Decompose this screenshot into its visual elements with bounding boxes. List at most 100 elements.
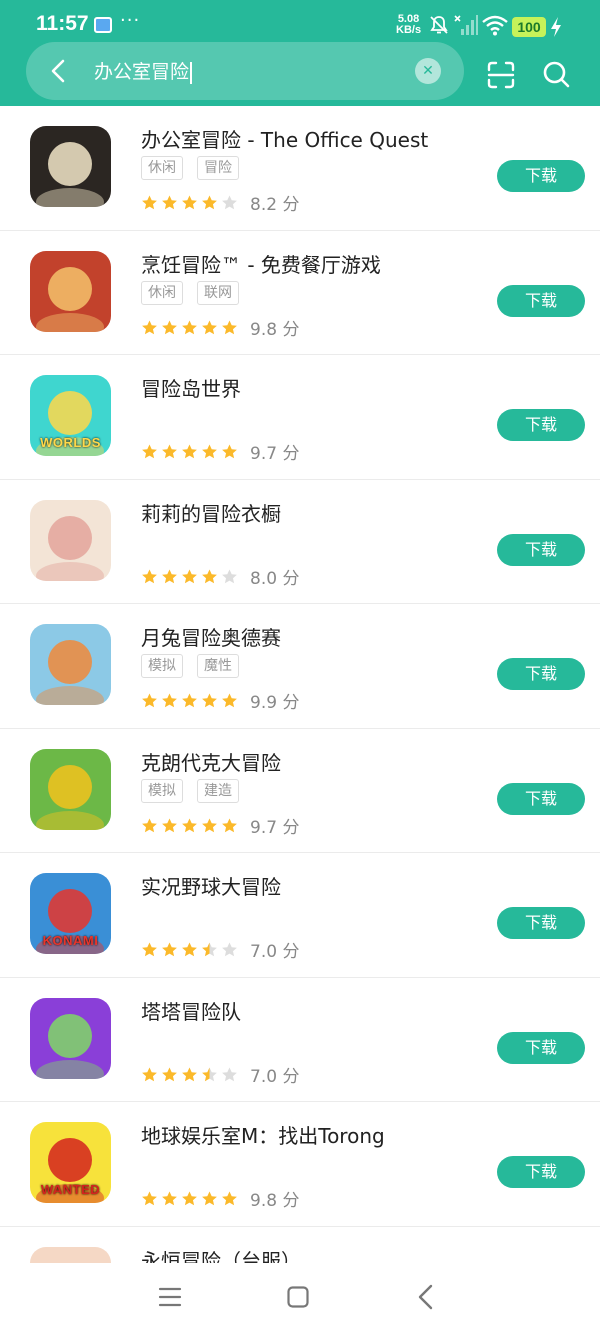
star-filled-icon bbox=[142, 817, 157, 832]
star-filled-icon bbox=[142, 942, 157, 957]
download-button[interactable]: 下载 bbox=[497, 907, 585, 939]
star-filled-icon bbox=[162, 444, 177, 459]
list-item[interactable]: 永恒冒险（台服） bbox=[0, 1227, 600, 1264]
download-button[interactable]: 下载 bbox=[497, 533, 585, 566]
list-item[interactable]: 办公室冒险 - The Office Quest 休闲 冒险 8.2 分 下载 bbox=[0, 106, 600, 231]
download-button[interactable]: 下载 bbox=[497, 284, 585, 317]
list-item[interactable]: WANTED 地球娱乐室M：找出Torong 9.8 分 下载 bbox=[0, 1102, 600, 1227]
category-tag: 魔性 bbox=[197, 654, 239, 678]
search-bar[interactable]: 办公室冒险 ✕ bbox=[26, 42, 464, 100]
download-button[interactable]: 下载 bbox=[497, 1156, 585, 1188]
star-rating bbox=[141, 568, 238, 585]
star-filled-icon bbox=[142, 444, 157, 459]
download-button[interactable]: 下载 bbox=[497, 1031, 585, 1064]
star-filled-icon bbox=[222, 693, 237, 708]
star-filled-icon bbox=[222, 1191, 237, 1206]
category-tag: 休闲 bbox=[141, 156, 183, 180]
clear-icon[interactable]: ✕ bbox=[415, 58, 441, 84]
list-item[interactable]: WORLDS 冒险岛世界 9.7 分 下载 bbox=[0, 355, 600, 480]
recent-apps-icon[interactable] bbox=[158, 1285, 182, 1309]
star-filled-icon bbox=[162, 693, 177, 708]
list-item[interactable]: 克朗代克大冒险 模拟 建造 9.7 分 下载 bbox=[0, 729, 600, 853]
star-filled-icon bbox=[182, 444, 197, 459]
star-filled-icon bbox=[142, 1191, 157, 1206]
download-button[interactable]: 下载 bbox=[497, 160, 585, 192]
star-half-icon bbox=[202, 942, 217, 957]
download-button[interactable]: 下载 bbox=[497, 782, 585, 815]
rating-score: 7.0 分 bbox=[250, 1066, 300, 1087]
rating: 7.0 分 bbox=[141, 1062, 299, 1087]
star-filled-icon bbox=[182, 817, 197, 832]
star-filled-icon bbox=[222, 444, 237, 459]
star-filled-icon bbox=[202, 817, 217, 832]
category-tag: 联网 bbox=[197, 280, 239, 305]
list-item[interactable]: 月兔冒险奥德赛 模拟 魔性 9.9 分 下载 bbox=[0, 604, 600, 729]
list-item[interactable]: 莉莉的冒险衣橱 8.0 分 下载 bbox=[0, 480, 600, 604]
star-filled-icon bbox=[162, 817, 177, 832]
star-filled-icon bbox=[142, 195, 157, 210]
star-rating bbox=[141, 1066, 238, 1083]
star-filled-icon bbox=[182, 1191, 197, 1206]
app-icon[interactable] bbox=[30, 1246, 111, 1263]
star-rating bbox=[141, 941, 238, 958]
app-name[interactable]: 实况野球大冒险 bbox=[141, 871, 281, 900]
app-icon-label: KONAMI bbox=[42, 933, 99, 948]
app-icon[interactable]: WANTED bbox=[30, 1122, 111, 1203]
app-icon[interactable] bbox=[30, 997, 111, 1079]
app-name[interactable]: 塔塔冒险队 bbox=[141, 996, 241, 1025]
scan-icon[interactable] bbox=[486, 60, 516, 90]
star-rating bbox=[141, 194, 238, 211]
star-half-icon bbox=[202, 1066, 217, 1081]
app-name[interactable]: 莉莉的冒险衣橱 bbox=[141, 498, 281, 527]
list-item[interactable]: KONAMI 实况野球大冒险 7.0 分 下载 bbox=[0, 853, 600, 978]
star-filled-icon bbox=[162, 195, 177, 210]
status-bar: 11:57 ··· 5.08 KB/s 100 bbox=[0, 0, 600, 44]
search-input[interactable]: 办公室冒险 bbox=[94, 57, 193, 84]
back-arrow-icon[interactable] bbox=[44, 56, 74, 86]
category-tag: 模拟 bbox=[141, 778, 183, 803]
star-filled-icon bbox=[162, 319, 177, 334]
signal-icon bbox=[454, 15, 478, 35]
star-filled-icon bbox=[222, 319, 237, 334]
app-name[interactable]: 地球娱乐室M：找出Torong bbox=[141, 1120, 385, 1149]
app-icon[interactable]: WORLDS bbox=[30, 375, 111, 456]
star-filled-icon bbox=[162, 1191, 177, 1206]
star-filled-icon bbox=[142, 319, 157, 334]
star-rating bbox=[141, 319, 238, 336]
status-time: 11:57 bbox=[36, 12, 89, 35]
star-empty-icon bbox=[222, 1066, 237, 1081]
app-icon[interactable]: KONAMI bbox=[30, 873, 111, 954]
app-name[interactable]: 月兔冒险奥德赛 bbox=[141, 622, 281, 651]
star-filled-icon bbox=[142, 568, 157, 583]
more-notifications-icon: ··· bbox=[120, 10, 141, 31]
rating: 9.8 分 bbox=[141, 1186, 299, 1211]
search-icon[interactable] bbox=[541, 59, 571, 89]
star-filled-icon bbox=[202, 1191, 217, 1206]
list-item[interactable]: 烹饪冒险™ - 免费餐厅游戏 休闲 联网 9.8 分 下载 bbox=[0, 231, 600, 355]
star-filled-icon bbox=[222, 817, 237, 832]
network-speed: 5.08 KB/s bbox=[396, 14, 421, 36]
star-filled-icon bbox=[202, 444, 217, 459]
app-icon[interactable] bbox=[30, 748, 111, 830]
app-icon[interactable] bbox=[30, 624, 111, 705]
home-icon[interactable] bbox=[286, 1285, 310, 1309]
app-name[interactable]: 办公室冒险 - The Office Quest bbox=[141, 124, 428, 153]
rating-score: 9.8 分 bbox=[250, 319, 300, 340]
app-icon[interactable] bbox=[30, 126, 111, 207]
list-item[interactable]: 塔塔冒险队 7.0 分 下载 bbox=[0, 978, 600, 1102]
app-name[interactable]: 烹饪冒险™ - 免费餐厅游戏 bbox=[141, 249, 381, 278]
rating: 8.2 分 bbox=[141, 190, 299, 215]
app-icon-art bbox=[36, 266, 104, 332]
star-filled-icon bbox=[182, 568, 197, 583]
nav-back-icon[interactable] bbox=[414, 1284, 438, 1310]
app-icon[interactable] bbox=[30, 499, 111, 581]
download-button[interactable]: 下载 bbox=[497, 409, 585, 441]
tag-list: 休闲 联网 bbox=[141, 280, 239, 305]
app-name[interactable]: 冒险岛世界 bbox=[141, 373, 241, 402]
app-name[interactable]: 永恒冒险（台服） bbox=[141, 1245, 301, 1264]
app-name[interactable]: 克朗代克大冒险 bbox=[141, 747, 281, 776]
app-icon[interactable] bbox=[30, 250, 111, 332]
star-filled-icon bbox=[162, 568, 177, 583]
download-button[interactable]: 下载 bbox=[497, 658, 585, 690]
star-rating bbox=[141, 817, 238, 834]
